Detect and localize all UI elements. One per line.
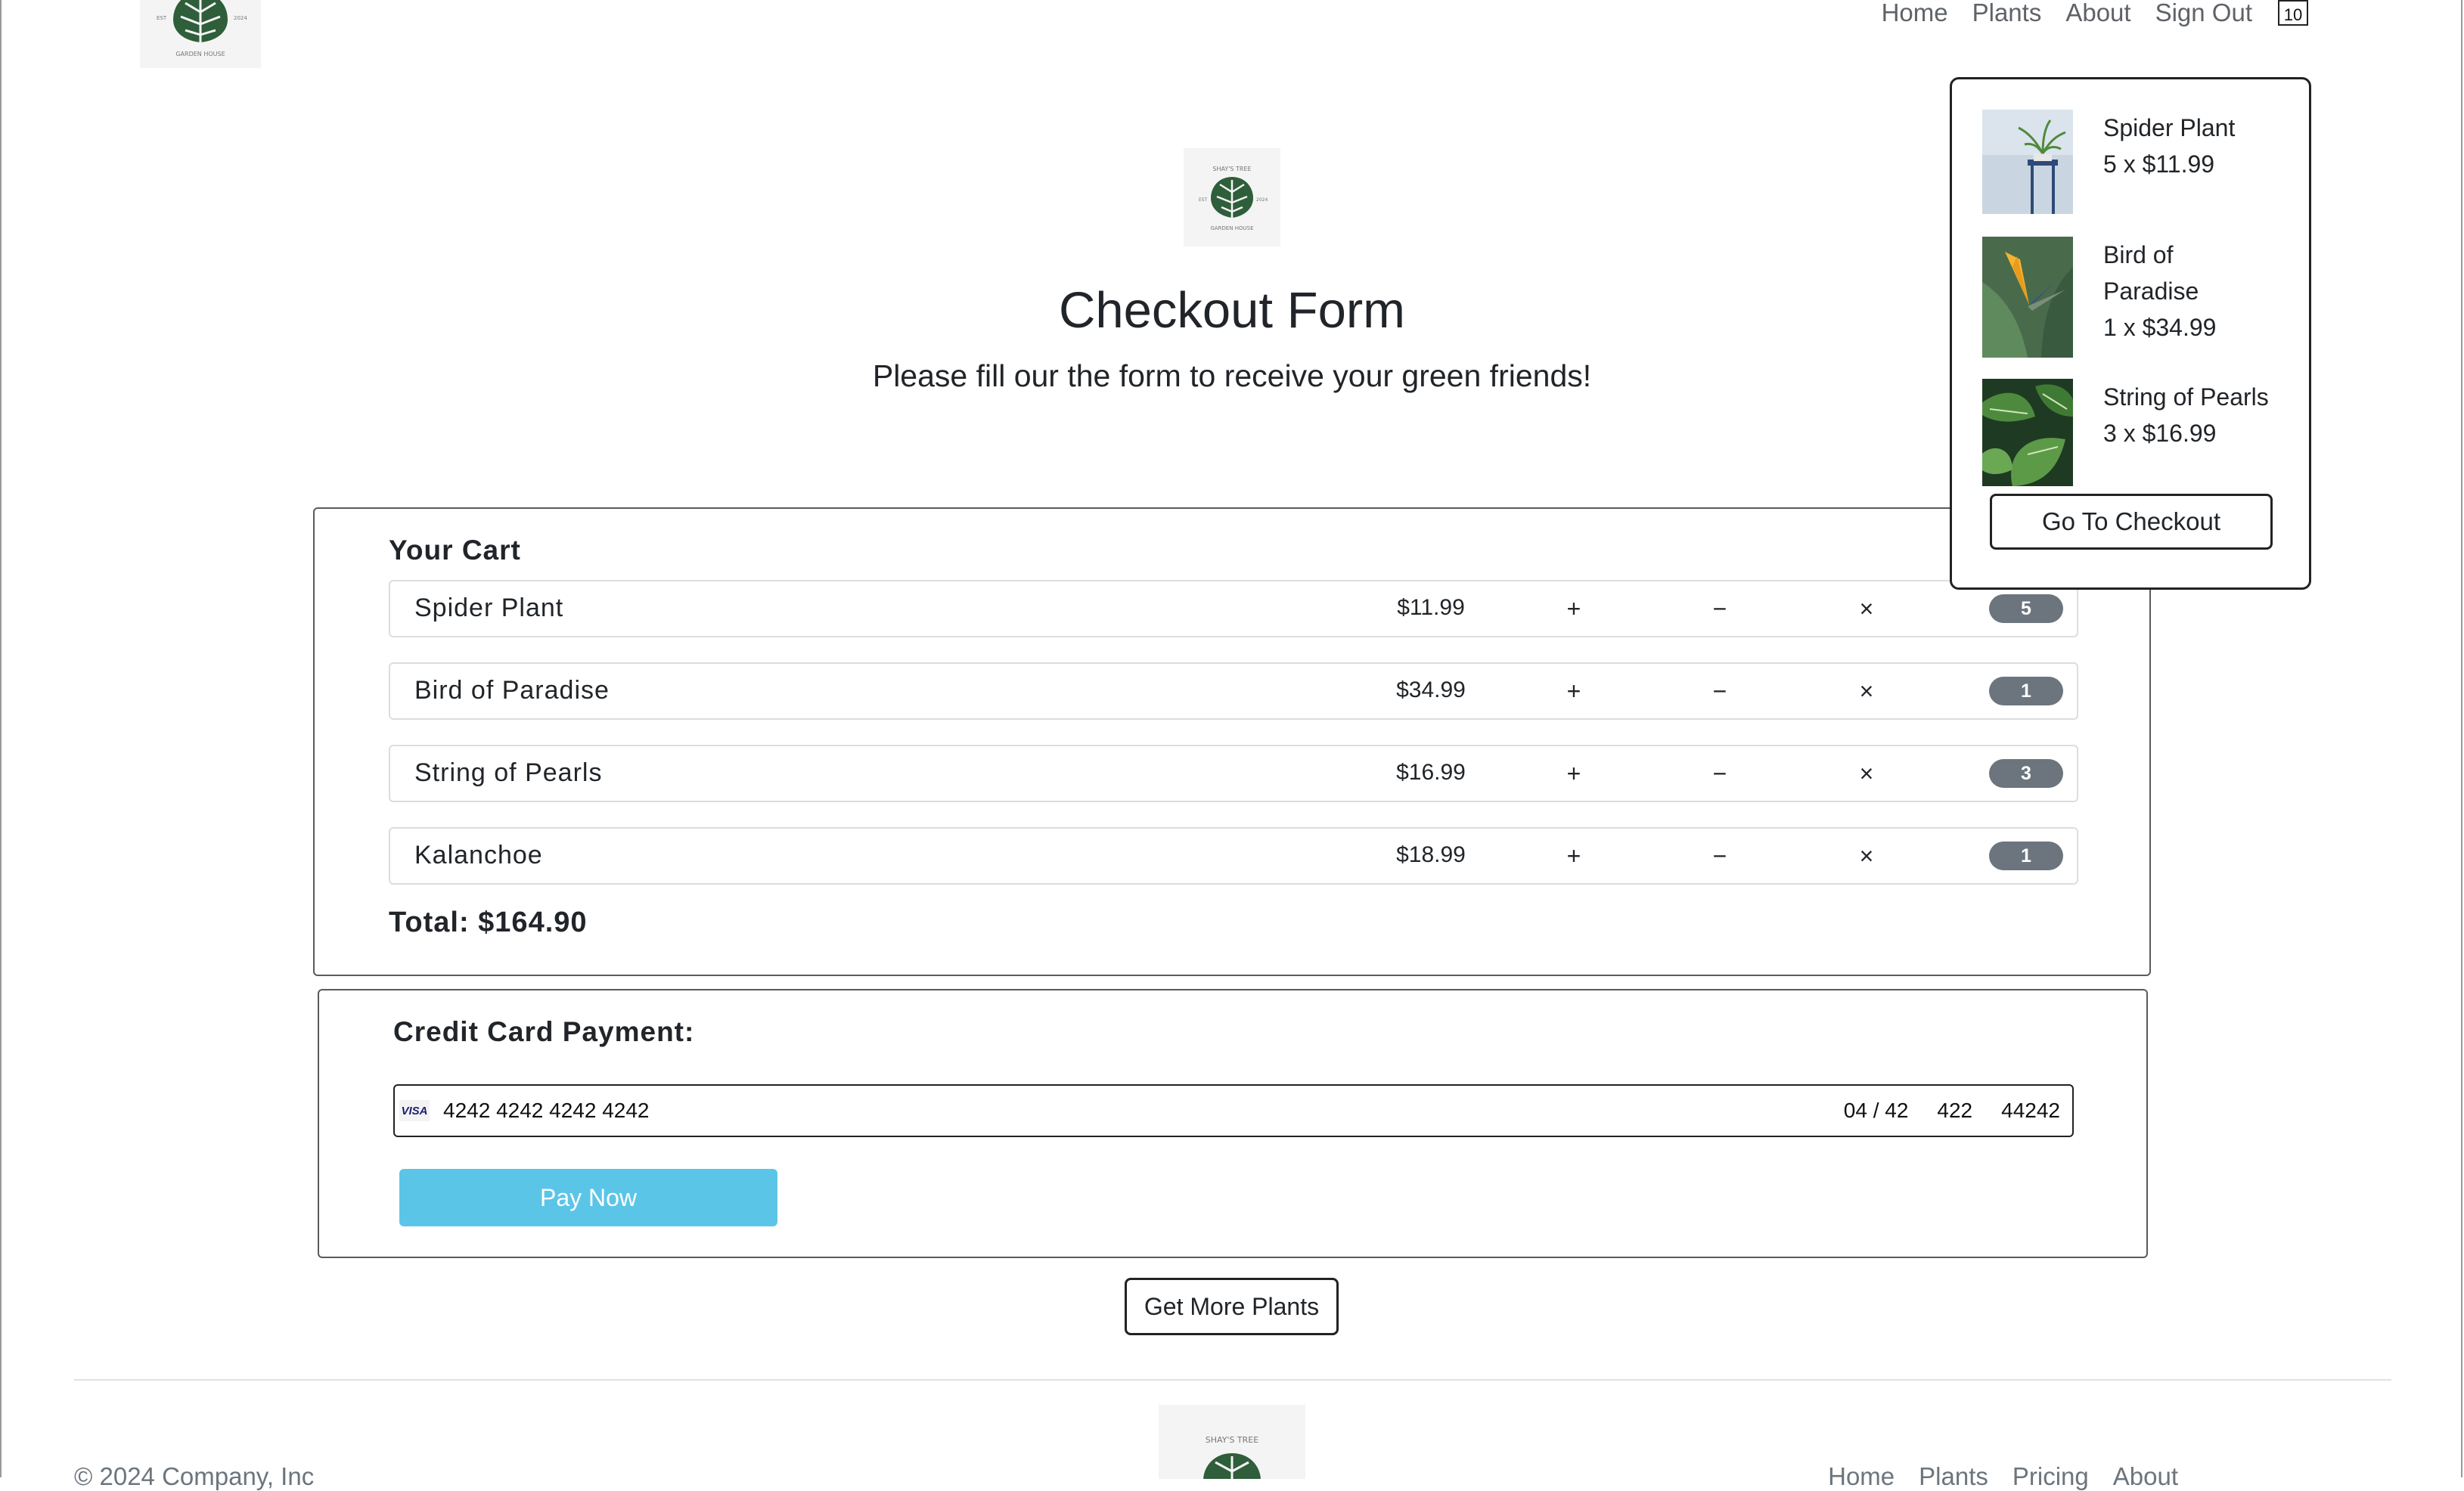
qty-badge: 5 xyxy=(1989,594,2063,623)
spider-plant-image xyxy=(1982,110,2073,218)
footer-divider xyxy=(74,1379,2391,1381)
cart-item-price: $34.99 xyxy=(1396,677,1466,702)
cart-row: Bird of Paradise $34.99 + − × 1 xyxy=(389,662,2078,720)
mini-cart-popover: Spider Plant 5 x $11.99 Bird of Paradise… xyxy=(1950,77,2311,590)
increase-qty-button[interactable]: + xyxy=(1551,673,1597,709)
svg-text:2024: 2024 xyxy=(1256,197,1268,203)
cart-icon[interactable]: 10 xyxy=(2278,0,2308,26)
payment-heading: Credit Card Payment: xyxy=(393,1016,695,1047)
card-cvc-input[interactable]: 422 xyxy=(1937,1099,1972,1123)
mini-cart-item: Bird of Paradise 1 x $34.99 xyxy=(1982,237,2270,361)
footer-link-about[interactable]: About xyxy=(2113,1462,2178,1491)
footer-link-plants[interactable]: Plants xyxy=(1919,1462,1988,1491)
remove-item-button[interactable]: × xyxy=(1844,591,1889,627)
payment-card: Credit Card Payment: VISA 4242 4242 4242… xyxy=(318,989,2148,1258)
mini-item-name: String of Pearls xyxy=(2103,383,2269,411)
svg-text:GARDEN HOUSE: GARDEN HOUSE xyxy=(175,51,225,57)
top-nav: Home Plants About Sign Out 10 xyxy=(1857,0,2308,27)
mini-cart-item: Spider Plant 5 x $11.99 xyxy=(1982,110,2270,218)
pay-now-button[interactable]: Pay Now xyxy=(399,1169,777,1226)
mini-item-qty-price: 3 x $16.99 xyxy=(2103,420,2217,447)
cart-item-price: $11.99 xyxy=(1397,595,1465,620)
qty-badge: 1 xyxy=(1989,677,2063,705)
cart-card: Your Cart Spider Plant $11.99 + − × 5 Bi… xyxy=(313,507,2151,976)
qty-badge: 3 xyxy=(1989,759,2063,788)
card-number-input[interactable]: 4242 4242 4242 4242 xyxy=(443,1099,1844,1123)
nav-plants[interactable]: Plants xyxy=(1972,0,2042,27)
cart-item-name: Spider Plant xyxy=(414,594,564,622)
mini-cart-item: String of Pearls 3 x $16.99 xyxy=(1975,379,2270,490)
cart-item-name: String of Pearls xyxy=(414,758,603,787)
cart-count: 10 xyxy=(2283,5,2303,24)
footer-copyright: © 2024 Company, Inc xyxy=(74,1462,315,1490)
card-zip-input[interactable]: 44242 xyxy=(2001,1099,2060,1123)
decrease-qty-button[interactable]: − xyxy=(1697,673,1742,709)
increase-qty-button[interactable]: + xyxy=(1551,755,1597,792)
remove-item-button[interactable]: × xyxy=(1844,755,1889,792)
svg-text:2024: 2024 xyxy=(234,15,247,21)
card-input-field[interactable]: VISA 4242 4242 4242 4242 04 / 42 422 442… xyxy=(393,1084,2074,1137)
cart-total: Total: $164.90 xyxy=(389,907,588,938)
mini-item-name: Bird of Paradise xyxy=(2103,241,2199,305)
mini-item-qty-price: 1 x $34.99 xyxy=(2103,314,2217,341)
cart-row: String of Pearls $16.99 + − × 3 xyxy=(389,745,2078,802)
footer-logo: SHAY'S TREE xyxy=(1159,1405,1305,1479)
decrease-qty-button[interactable]: − xyxy=(1697,755,1742,792)
cart-row: Kalanchoe $18.99 + − × 1 xyxy=(389,827,2078,885)
svg-text:EST: EST xyxy=(157,15,167,21)
cart-heading: Your Cart xyxy=(389,535,521,566)
center-logo: SHAY'S TREE EST 2024 GARDEN HOUSE xyxy=(1184,148,1280,246)
visa-card-icon: VISA xyxy=(399,1100,430,1121)
go-to-checkout-button[interactable]: Go To Checkout xyxy=(1990,494,2273,550)
svg-text:SHAY'S TREE: SHAY'S TREE xyxy=(1206,1435,1258,1445)
nav-home[interactable]: Home xyxy=(1882,0,1948,27)
footer-link-home[interactable]: Home xyxy=(1828,1462,1895,1491)
increase-qty-button[interactable]: + xyxy=(1551,591,1597,627)
cart-row: Spider Plant $11.99 + − × 5 xyxy=(389,580,2078,637)
cart-item-price: $16.99 xyxy=(1396,760,1466,785)
footer-nav: Home Plants Pricing About xyxy=(1804,1462,2178,1491)
get-more-plants-button[interactable]: Get More Plants xyxy=(1125,1278,1339,1335)
footer-link-pricing[interactable]: Pricing xyxy=(2012,1462,2089,1491)
svg-text:EST: EST xyxy=(1199,197,1208,203)
brand-logo[interactable]: EST 2024 GARDEN HOUSE xyxy=(140,0,261,68)
remove-item-button[interactable]: × xyxy=(1844,673,1889,709)
bird-of-paradise-image xyxy=(1982,237,2073,361)
nav-about[interactable]: About xyxy=(2065,0,2130,27)
string-of-pearls-image xyxy=(1975,379,2075,490)
svg-text:GARDEN HOUSE: GARDEN HOUSE xyxy=(1210,225,1253,231)
increase-qty-button[interactable]: + xyxy=(1551,838,1597,874)
svg-text:SHAY'S TREE: SHAY'S TREE xyxy=(1212,166,1251,172)
cart-item-name: Kalanchoe xyxy=(414,841,543,869)
card-expiry-input[interactable]: 04 / 42 xyxy=(1844,1099,1909,1123)
decrease-qty-button[interactable]: − xyxy=(1697,591,1742,627)
remove-item-button[interactable]: × xyxy=(1844,838,1889,874)
cart-item-price: $18.99 xyxy=(1396,842,1466,867)
cart-item-name: Bird of Paradise xyxy=(414,676,610,705)
mini-item-name: Spider Plant xyxy=(2103,114,2236,141)
nav-sign-out[interactable]: Sign Out xyxy=(2155,0,2252,27)
decrease-qty-button[interactable]: − xyxy=(1697,838,1742,874)
qty-badge: 1 xyxy=(1989,842,2063,870)
mini-item-qty-price: 5 x $11.99 xyxy=(2103,150,2215,178)
